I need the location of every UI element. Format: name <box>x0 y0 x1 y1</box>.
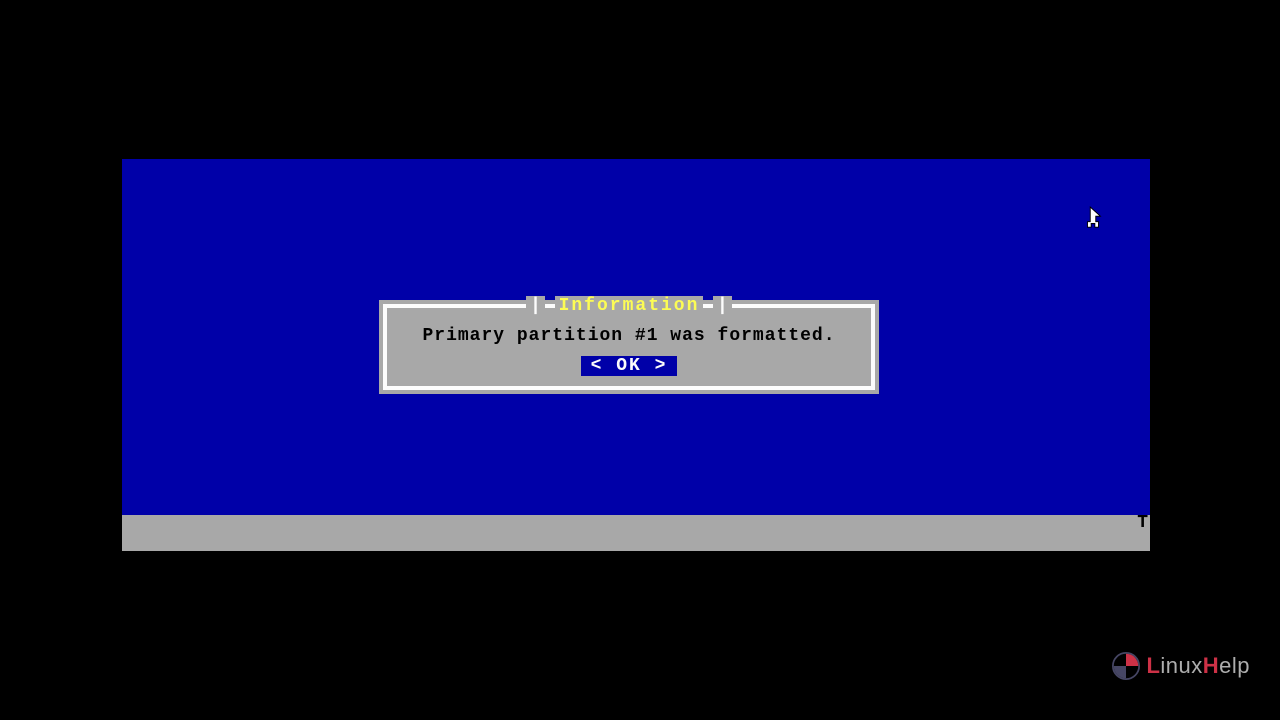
watermark-l: L <box>1146 653 1160 678</box>
information-dialog: | Information | Primary partition #1 was… <box>379 300 879 394</box>
status-bar: T <box>122 515 1150 551</box>
watermark-inux: inux <box>1160 653 1202 678</box>
watermark-elp: elp <box>1219 653 1250 678</box>
dialog-message: Primary partition #1 was formatted. <box>397 326 861 346</box>
dialog-title: Information <box>555 296 704 316</box>
dialog-frame: | Information | Primary partition #1 was… <box>383 304 875 390</box>
mouse-cursor-icon <box>1082 205 1104 231</box>
terminal-screen: | Information | Primary partition #1 was… <box>122 159 1150 551</box>
dialog-title-bar: | Information | <box>387 296 871 316</box>
watermark-text: LinuxHelp <box>1146 653 1250 679</box>
ok-button[interactable]: < OK > <box>581 356 678 376</box>
status-right-indicator: T <box>1137 513 1148 533</box>
title-left-break: | <box>526 296 545 316</box>
title-right-break: | <box>713 296 732 316</box>
watermark: LinuxHelp <box>1112 652 1250 680</box>
linuxhelp-logo-icon <box>1112 652 1140 680</box>
watermark-h: H <box>1203 653 1219 678</box>
